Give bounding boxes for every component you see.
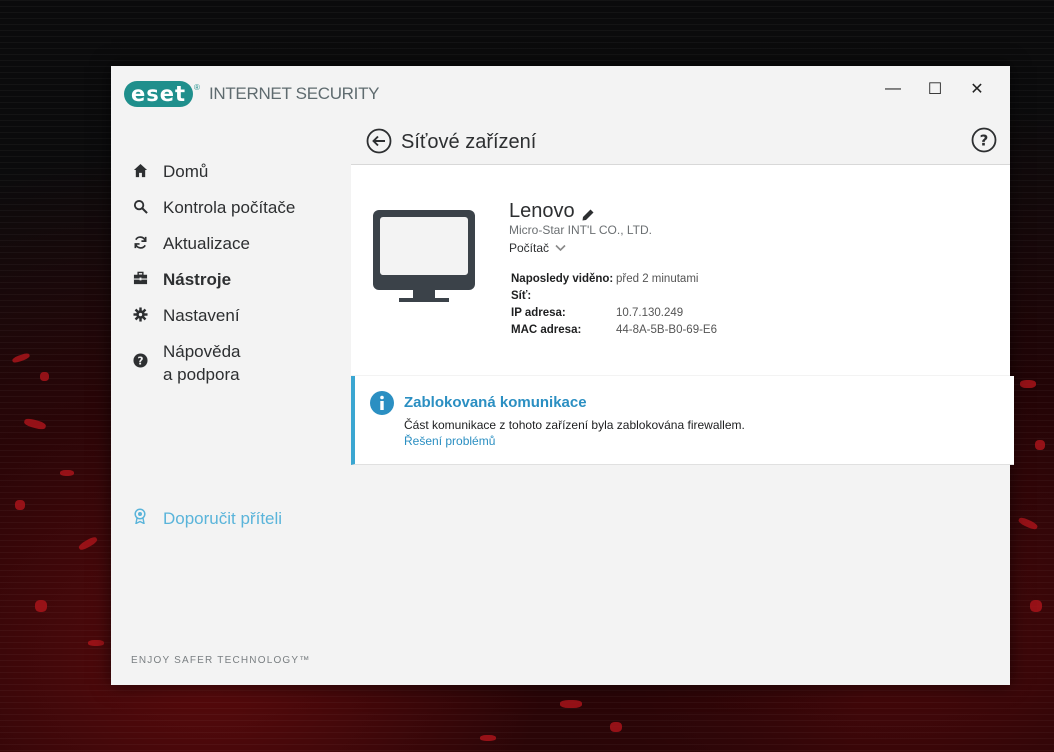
- help-button[interactable]: ?: [971, 127, 997, 153]
- main-panel: Síťové zařízení ? Lenovo Micro-Star INT'…: [351, 122, 1014, 685]
- chevron-down-icon: [555, 241, 566, 255]
- sidebar-item-label: Aktualizace: [163, 234, 250, 253]
- device-name: Lenovo: [509, 200, 595, 223]
- toolbox-icon: [133, 268, 163, 286]
- property-value: 10.7.130.249: [616, 307, 684, 319]
- device-type-value: Počítač: [509, 241, 550, 255]
- recommend-friend-link[interactable]: Doporučit příteli: [133, 508, 282, 529]
- close-button[interactable]: ✕: [956, 72, 998, 106]
- sidebar-item-label: Nastavení: [163, 306, 240, 325]
- device-name-text: Lenovo: [509, 200, 575, 222]
- app-window: — ☐ ✕ eset ® INTERNET SECURITY Domů Kont…: [111, 66, 1014, 685]
- sidebar-item-label: Domů: [163, 162, 209, 181]
- blocked-communication-alert: Zablokovaná komunikace Část komunikace z…: [351, 376, 1014, 465]
- svg-text:?: ?: [138, 355, 144, 367]
- sidebar-nav: Domů Kontrola počítače Aktualizace Nástr…: [133, 160, 353, 396]
- sidebar-item-label: Nástroje: [163, 270, 232, 289]
- property-key: MAC adresa:: [511, 324, 582, 336]
- device-card: Lenovo Micro-Star INT'L CO., LTD. Počíta…: [351, 165, 1010, 375]
- gear-icon: [133, 304, 163, 322]
- page-header: Síťové zařízení ?: [351, 122, 1010, 165]
- arrow-left-icon: [366, 128, 392, 154]
- device-vendor: Micro-Star INT'L CO., LTD.: [509, 223, 652, 237]
- property-row: IP adresa: 10.7.130.249: [511, 305, 717, 322]
- device-properties: Naposledy viděno: před 2 minutami Síť: I…: [511, 271, 717, 339]
- product-name: INTERNET SECURITY: [208, 84, 380, 103]
- property-key: Síť:: [511, 290, 532, 302]
- sidebar-item-settings[interactable]: Nastavení: [133, 304, 353, 340]
- registered-mark: ®: [194, 82, 200, 92]
- property-value: před 2 minutami: [616, 273, 699, 285]
- search-icon: [133, 196, 163, 214]
- property-row: MAC adresa: 44-8A-5B-B0-69-E6: [511, 322, 717, 339]
- alert-description: Část komunikace z tohoto zařízení byla z…: [404, 418, 745, 432]
- troubleshoot-link[interactable]: Řešení problémů: [404, 434, 495, 448]
- home-icon: [133, 160, 163, 178]
- property-row: Naposledy viděno: před 2 minutami: [511, 271, 717, 288]
- sidebar-item-label: Nápověda: [163, 342, 241, 361]
- property-key: Naposledy viděno:: [511, 273, 614, 285]
- eset-logo: eset: [124, 81, 194, 107]
- recommend-label: Doporučit příteli: [163, 508, 283, 528]
- ribbon-icon: [133, 508, 163, 529]
- property-key: IP adresa:: [511, 307, 566, 319]
- sidebar-item-update[interactable]: Aktualizace: [133, 232, 353, 268]
- question-icon: ?: [971, 127, 997, 153]
- alert-title: Zablokovaná komunikace: [404, 394, 587, 411]
- brand: eset ® INTERNET SECURITY: [124, 81, 380, 107]
- sidebar-item-tools[interactable]: Nástroje: [133, 268, 353, 304]
- device-type-dropdown[interactable]: Počítač: [509, 241, 566, 255]
- sidebar-item-help[interactable]: ? Nápověda a podpora: [133, 340, 353, 396]
- maximize-button[interactable]: ☐: [914, 72, 956, 106]
- window-controls: — ☐ ✕: [872, 72, 998, 106]
- tagline: ENJOY SAFER TECHNOLOGY™: [131, 655, 311, 666]
- svg-text:?: ?: [980, 132, 989, 150]
- help-circle-icon: ?: [133, 340, 163, 368]
- back-button[interactable]: [366, 128, 392, 154]
- pencil-icon[interactable]: [581, 205, 595, 220]
- refresh-icon: [133, 232, 163, 250]
- sidebar-item-scan[interactable]: Kontrola počítače: [133, 196, 353, 232]
- sidebar-item-label: Kontrola počítače: [163, 198, 296, 217]
- minimize-button[interactable]: —: [872, 72, 914, 106]
- property-row: Síť:: [511, 288, 717, 305]
- property-value: 44-8A-5B-B0-69-E6: [616, 324, 717, 336]
- info-icon: [370, 391, 394, 420]
- sidebar-item-home[interactable]: Domů: [133, 160, 353, 196]
- computer-icon: [372, 209, 476, 310]
- sidebar-item-label: a podpora: [163, 365, 240, 384]
- page-title: Síťové zařízení: [401, 131, 537, 153]
